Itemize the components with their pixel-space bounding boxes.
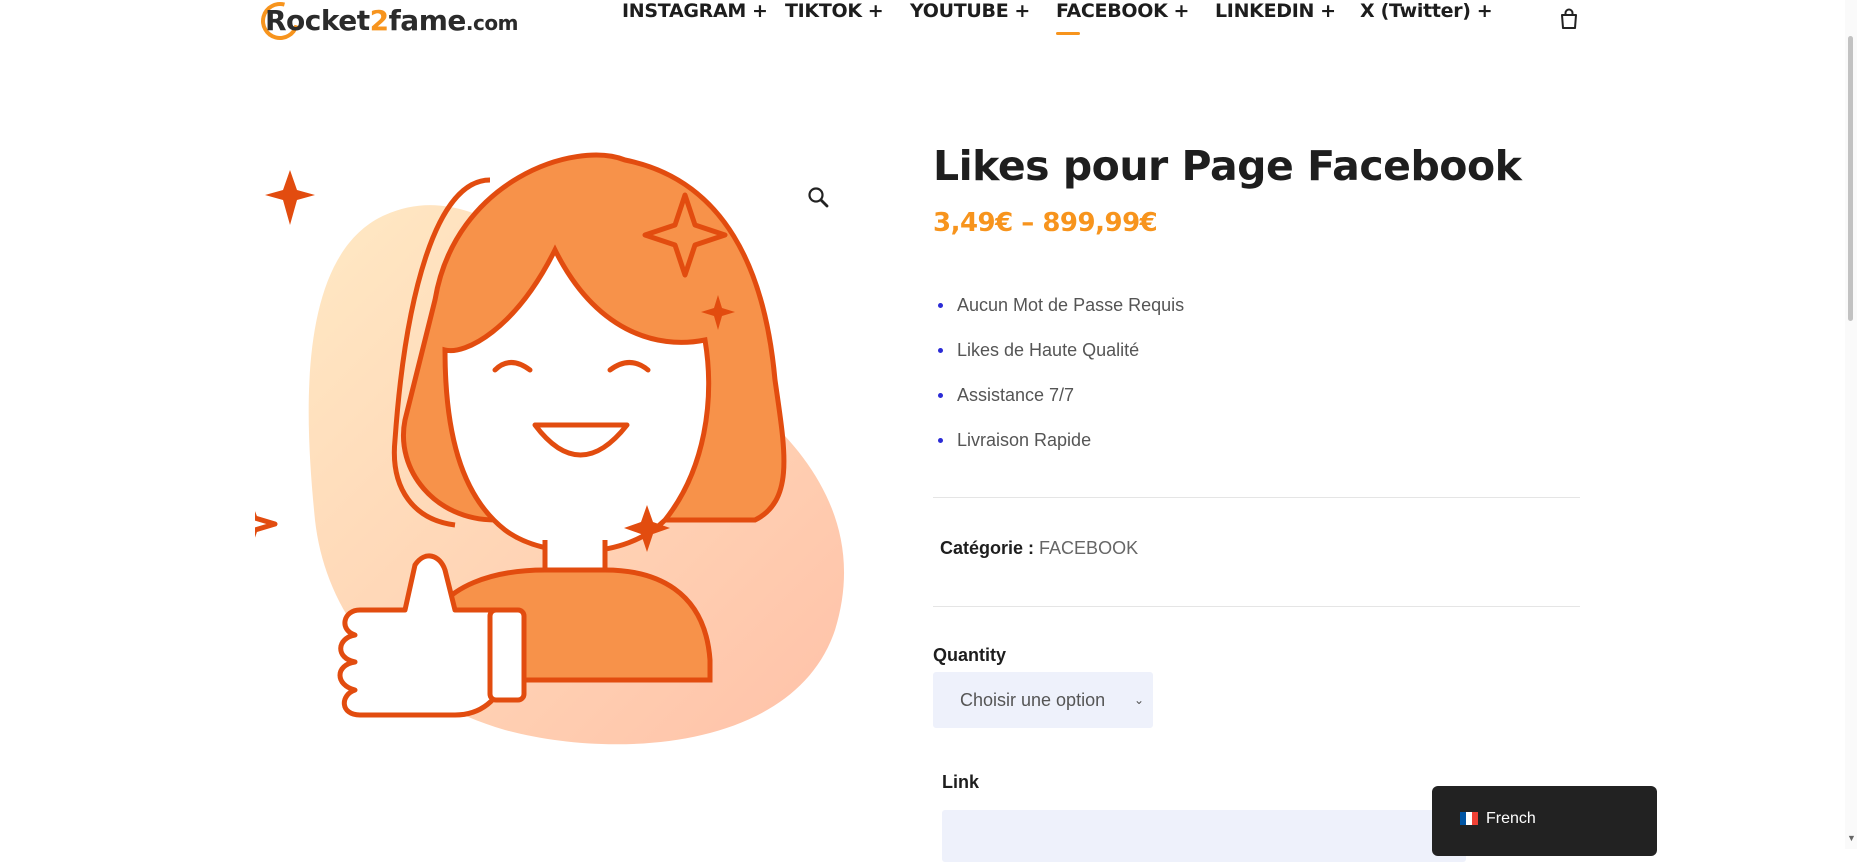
feature-list: Aucun Mot de Passe Requis Likes de Haute… — [937, 292, 1184, 472]
plus-icon: + — [1476, 0, 1493, 22]
nav-label: YOUTUBE — [910, 0, 1009, 22]
logo-text-fame: fame — [388, 3, 467, 37]
category-label: Catégorie : — [940, 538, 1035, 558]
list-item: Likes de Haute Qualité — [937, 337, 1184, 382]
nav-label: INSTAGRAM — [622, 0, 746, 22]
site-logo[interactable]: Rocket2fame.com — [254, 0, 519, 47]
logo-text-domain: .com — [465, 10, 519, 35]
plus-icon: + — [751, 0, 768, 22]
nav-item-tiktok[interactable]: TIKTOK + — [785, 0, 884, 22]
language-switcher[interactable]: French — [1432, 786, 1657, 856]
product-price-range: 3,49€ – 899,99€ — [933, 208, 1158, 238]
sparkle-icon — [265, 170, 315, 225]
list-item: Livraison Rapide — [937, 427, 1184, 472]
nav-item-youtube[interactable]: YOUTUBE + — [910, 0, 1030, 22]
nav-item-x-twitter[interactable]: X (Twitter) + — [1360, 0, 1493, 22]
plus-icon: + — [867, 0, 884, 22]
france-flag-icon — [1460, 812, 1478, 825]
logo-text-rocket: Rocket — [265, 3, 370, 37]
scrollbar-thumb[interactable] — [1848, 36, 1853, 321]
nav-active-indicator — [1056, 32, 1080, 35]
plus-icon: + — [1014, 0, 1031, 22]
link-input[interactable] — [942, 810, 1466, 862]
list-item: Assistance 7/7 — [937, 382, 1184, 427]
plus-icon: + — [1173, 0, 1190, 22]
scroll-down-arrow-icon[interactable]: ▼ — [1847, 833, 1856, 843]
product-illustration — [255, 152, 845, 745]
nav-item-instagram[interactable]: INSTAGRAM + — [622, 0, 768, 22]
list-item: Aucun Mot de Passe Requis — [937, 292, 1184, 337]
divider — [933, 497, 1580, 498]
nav-label: X (Twitter) — [1360, 0, 1471, 22]
link-label: Link — [942, 772, 980, 792]
nav-label: LINKEDIN — [1215, 0, 1315, 22]
nav-item-facebook[interactable]: FACEBOOK + — [1056, 0, 1189, 22]
language-label: French — [1486, 810, 1536, 827]
page-scrollbar[interactable]: ▼ — [1845, 0, 1857, 849]
nav-label: FACEBOOK — [1056, 0, 1168, 22]
plus-icon: + — [1320, 0, 1336, 22]
quantity-selected-value: Choisir une option — [960, 689, 1106, 710]
sparkle-icon — [255, 511, 278, 538]
magnifier-icon[interactable] — [805, 184, 833, 212]
product-category: Catégorie : FACEBOOK — [940, 538, 1138, 559]
quantity-select[interactable]: Choisir une option ⌄ — [933, 672, 1153, 728]
logo-text-two: 2 — [369, 3, 389, 37]
quantity-label: Quantity — [933, 645, 1007, 665]
category-link[interactable]: FACEBOOK — [1039, 538, 1138, 558]
nav-label: TIKTOK — [785, 0, 862, 22]
shopping-bag-icon[interactable] — [1558, 8, 1580, 30]
chevron-down-icon: ⌄ — [1133, 693, 1144, 707]
nav-item-linkedin[interactable]: LINKEDIN + — [1215, 0, 1336, 22]
product-title: Likes pour Page Facebook — [933, 142, 1522, 190]
divider — [933, 606, 1580, 607]
